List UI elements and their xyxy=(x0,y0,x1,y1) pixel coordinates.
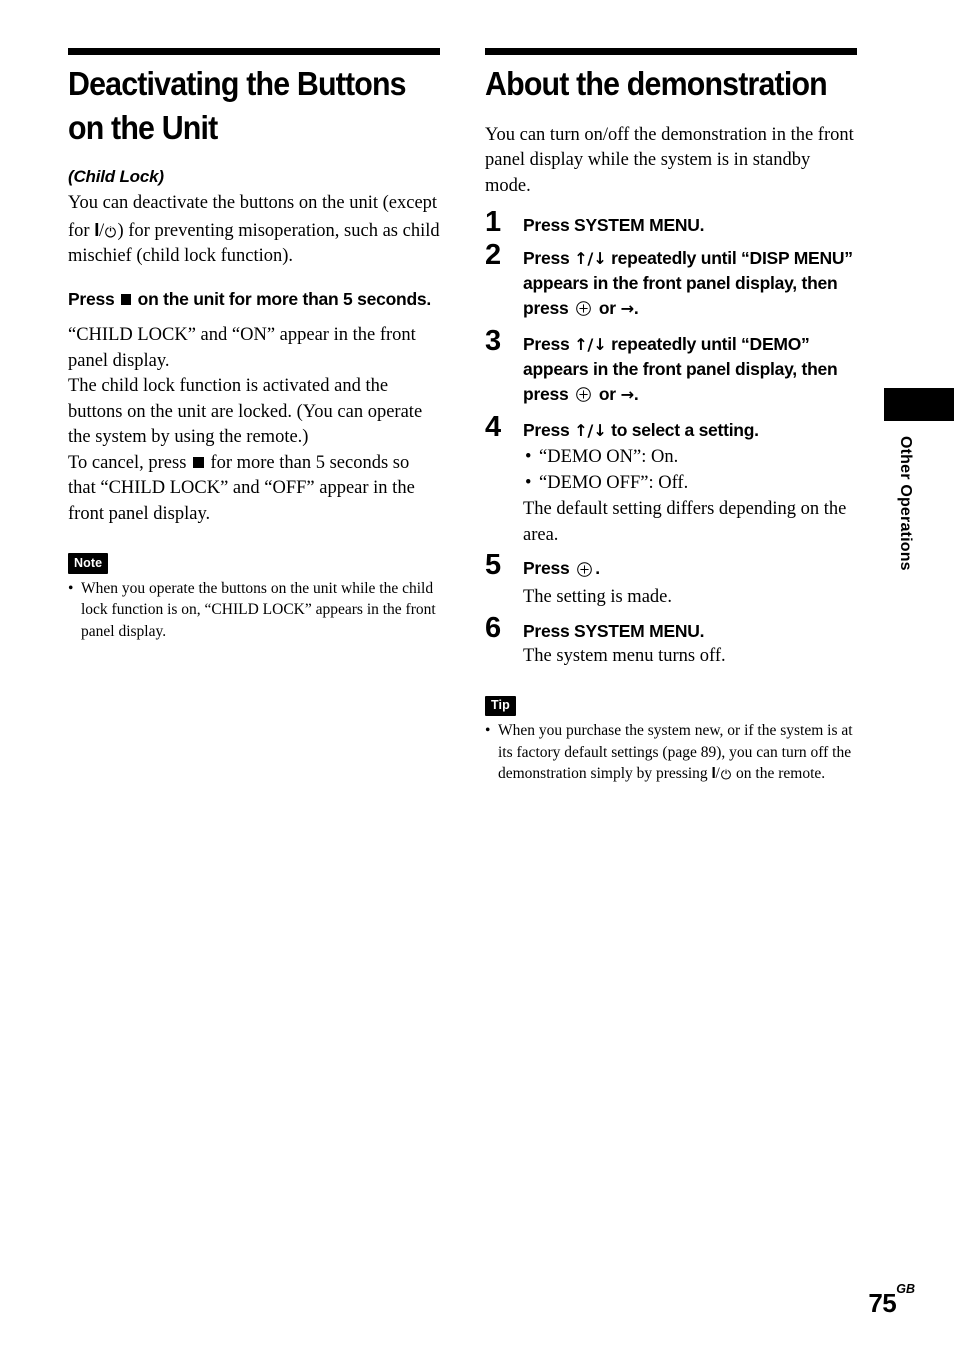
tip-callout: Tip When you purchase the system new, or… xyxy=(485,695,857,785)
step-number: 1 xyxy=(485,206,501,239)
step-number: 4 xyxy=(485,410,501,443)
stop-square-icon xyxy=(120,294,132,306)
instruction-part1: Press xyxy=(68,288,120,309)
tip-item: When you purchase the system new, or if … xyxy=(485,720,857,785)
left-column: Deactivating the Buttons on the Unit (Ch… xyxy=(68,48,440,642)
step-text-pre: Press xyxy=(523,419,575,440)
tip-text-part2: on the remote. xyxy=(732,765,826,783)
stop-square-icon xyxy=(192,456,205,469)
power-icon: I/ xyxy=(94,217,117,245)
instruction-press-stop: Press on the unit for more than 5 second… xyxy=(68,287,440,312)
step-2: 2 Press ↑/↓ repeatedly until “DISP MENU”… xyxy=(485,240,857,324)
procedure-steps: 1 Press SYSTEM MENU. 2 Press ↑/↓ repeate… xyxy=(485,208,857,670)
step-number: 2 xyxy=(485,238,501,271)
section-tab-label: Other Operations xyxy=(897,436,914,571)
page-region-code: GB xyxy=(896,1281,915,1296)
step-title: Press ↑/↓ repeatedly until “DISP MENU” a… xyxy=(523,246,857,324)
step-title: Press ↑/↓ repeatedly until “DEMO” appear… xyxy=(523,332,857,410)
intro-text-part2: ) for preventing misoperation, such as c… xyxy=(68,220,440,267)
enter-button-icon xyxy=(576,560,593,585)
step-text-mid: to select a setting. xyxy=(606,419,759,440)
right-arrow-icon: → xyxy=(620,298,634,318)
subtitle-child-lock: (Child Lock) xyxy=(68,167,164,187)
intro-paragraph-left: You can deactivate the buttons on the un… xyxy=(68,191,440,270)
page-number: 75GB xyxy=(868,1283,915,1318)
tip-list: When you purchase the system new, or if … xyxy=(485,720,857,785)
page-number-value: 75 xyxy=(868,1288,897,1318)
step-text-post: or xyxy=(594,383,621,404)
step-description: The system menu turns off. xyxy=(523,646,726,667)
setting-option: “DEMO ON”: On. xyxy=(523,445,857,471)
step-text-pre: Press xyxy=(523,333,575,354)
step-title: Press ↑/↓ to select a setting. xyxy=(523,418,857,444)
note-list: When you operate the buttons on the unit… xyxy=(68,578,440,643)
step-text-end: . xyxy=(633,297,639,318)
section-thumb-tab xyxy=(884,388,954,421)
heading-rule-left xyxy=(68,48,440,55)
step-3: 3 Press ↑/↓ repeatedly until “DEMO” appe… xyxy=(485,326,857,410)
step-number: 5 xyxy=(485,549,501,582)
result-text-1: “CHILD LOCK” and “ON” appear in the fron… xyxy=(68,325,416,371)
step-number: 3 xyxy=(485,324,501,357)
page-title-left: Deactivating the Buttons on the Unit xyxy=(68,65,407,146)
step-6: 6 Press SYSTEM MENU. The system menu tur… xyxy=(485,613,857,670)
step-description: The default setting differs depending on… xyxy=(523,499,847,545)
step-text-pre: Press xyxy=(523,558,575,579)
right-arrow-icon: → xyxy=(620,384,634,404)
result-text-2: The child lock function is activated and… xyxy=(68,376,423,448)
step-5: 5 Press . The setting is made. xyxy=(485,551,857,611)
step-description: The setting is made. xyxy=(523,587,672,608)
right-column: About the demonstration You can turn on/… xyxy=(485,48,857,785)
step-title: Press SYSTEM MENU. xyxy=(523,215,705,236)
setting-options-list: “DEMO ON”: On. “DEMO OFF”: Off. xyxy=(523,445,857,496)
step-1: 1 Press SYSTEM MENU. xyxy=(485,208,857,238)
note-callout: Note When you operate the buttons on the… xyxy=(68,553,440,642)
heading-rule-right xyxy=(485,48,857,55)
step-number: 6 xyxy=(485,611,501,644)
instruction-part2: on the unit for more than 5 seconds. xyxy=(133,288,432,309)
enter-button-icon xyxy=(575,299,592,324)
step-title: Press SYSTEM MENU. xyxy=(523,620,705,641)
note-item: When you operate the buttons on the unit… xyxy=(68,578,440,643)
intro-paragraph-right: You can turn on/off the demonstration in… xyxy=(485,124,854,196)
up-down-arrows-icon: ↑/↓ xyxy=(574,420,607,440)
step-text-post: or xyxy=(594,297,621,318)
tip-badge: Tip xyxy=(485,695,516,717)
step-text-end: . xyxy=(633,383,639,404)
result-text-3: To cancel, press for more than 5 seconds… xyxy=(68,451,440,528)
step-text-end: . xyxy=(595,558,600,579)
power-icon: I/ xyxy=(712,763,733,785)
document-page: Deactivating the Buttons on the Unit (Ch… xyxy=(0,0,954,1352)
step-4: 4 Press ↑/↓ to select a setting. “DEMO O… xyxy=(485,412,857,549)
enter-button-icon xyxy=(575,385,592,410)
setting-option: “DEMO OFF”: Off. xyxy=(523,471,857,497)
up-down-arrows-icon: ↑/↓ xyxy=(574,248,607,268)
page-title-right: About the demonstration xyxy=(485,65,828,102)
step-title: Press . xyxy=(523,556,857,584)
up-down-arrows-icon: ↑/↓ xyxy=(574,334,607,354)
note-badge: Note xyxy=(68,553,109,574)
cancel-part1: To cancel, press xyxy=(68,452,192,473)
step-text-pre: Press xyxy=(523,247,575,268)
